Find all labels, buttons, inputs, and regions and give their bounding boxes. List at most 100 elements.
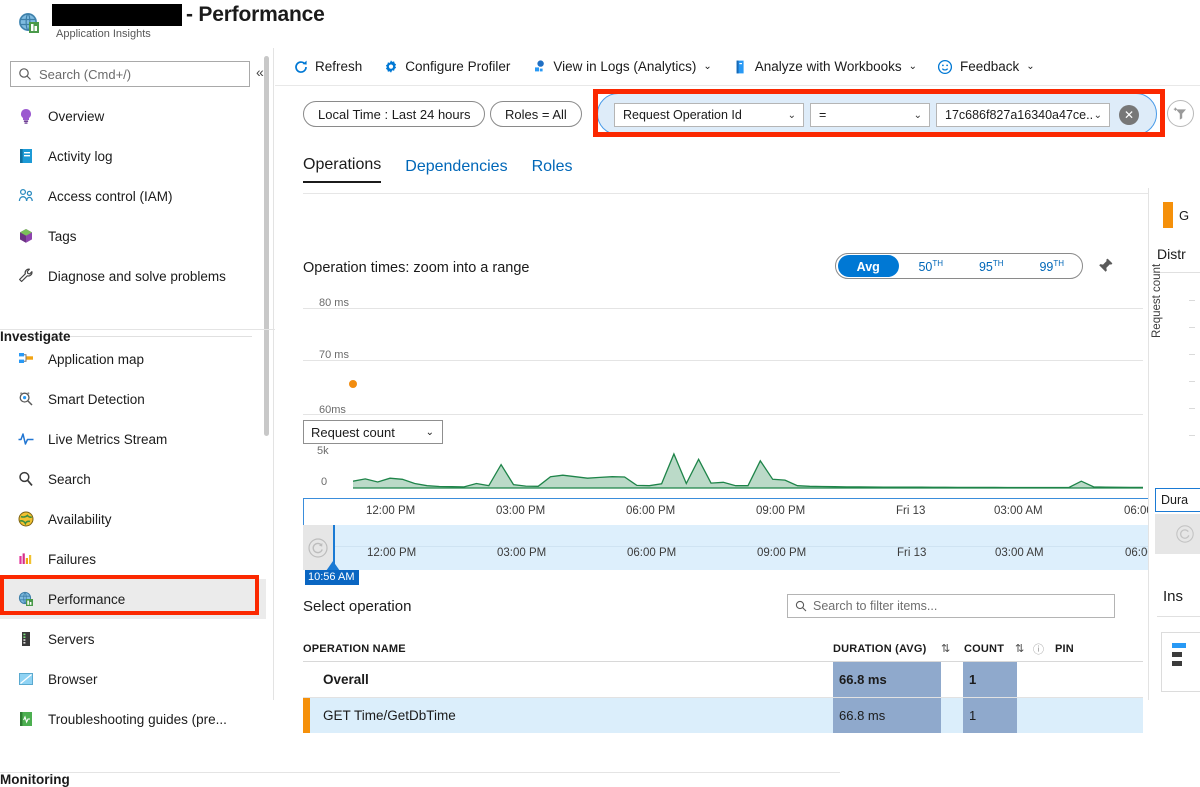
configure-profiler-button[interactable]: Configure Profiler xyxy=(382,58,510,75)
table-row[interactable]: GET Time/GetDbTime 66.8 ms 1 xyxy=(303,698,1143,733)
sidebar-item-troubleshooting-guides[interactable]: Troubleshooting guides (pre... xyxy=(0,699,266,739)
cell-duration: 66.8 ms xyxy=(833,662,941,697)
application-insights-icon xyxy=(16,10,44,38)
percentile-95th[interactable]: 95TH xyxy=(961,252,1022,279)
percentile-label: Avg xyxy=(856,260,880,274)
panel-divider xyxy=(1157,272,1200,273)
view-in-logs-button[interactable]: View in Logs (Analytics) ⌄ xyxy=(530,58,712,75)
performance-icon xyxy=(16,589,36,609)
sidebar-item-access-control[interactable]: Access control (IAM) xyxy=(0,176,266,216)
filter-field-select[interactable]: Request Operation Id ⌄ xyxy=(614,103,804,127)
percentile-sup: TH xyxy=(992,259,1004,269)
feedback-button[interactable]: Feedback ⌄ xyxy=(937,58,1035,75)
sidebar-item-search[interactable]: Search xyxy=(0,459,266,499)
refresh-button[interactable]: Refresh xyxy=(292,58,362,75)
sidebar-item-live-metrics-stream[interactable]: Live Metrics Stream xyxy=(0,419,266,459)
clear-filter-icon[interactable]: ✕ xyxy=(1119,105,1139,125)
cell-operation-name: Overall xyxy=(323,672,369,687)
time-range-pill[interactable]: Local Time : Last 24 hours xyxy=(303,101,486,127)
x-tick-label: Fri 13 xyxy=(896,505,926,517)
toolbar-item-label: Feedback xyxy=(959,59,1020,74)
sidebar-item-label: Browser xyxy=(48,671,98,687)
percentile-avg[interactable]: Avg xyxy=(838,255,899,277)
sidebar-item-label: Availability xyxy=(48,511,112,527)
tab-operations[interactable]: Operations xyxy=(303,156,382,183)
help-circle-icon[interactable]: ⓘ xyxy=(1033,641,1055,657)
request-count-area-chart[interactable]: 5k 0 xyxy=(303,445,1143,498)
operation-filter-input[interactable]: Search to filter items... xyxy=(787,594,1115,618)
toolbar-item-label: View in Logs (Analytics) xyxy=(553,59,697,74)
sidebar-item-tags[interactable]: Tags xyxy=(0,216,266,256)
sidebar-item-failures[interactable]: Failures xyxy=(0,539,266,579)
table-row[interactable]: Overall 66.8 ms 1 xyxy=(303,662,1143,697)
analyze-with-workbooks-button[interactable]: Analyze with Workbooks ⌄ xyxy=(732,58,917,75)
tab-dependencies[interactable]: Dependencies xyxy=(405,158,507,183)
roles-pill[interactable]: Roles = All xyxy=(490,101,582,127)
redacted-resource-name xyxy=(52,4,182,26)
table-header-row: OPERATION NAME DURATION (AVG) ⇅ COUNT ⇅ … xyxy=(303,636,1143,662)
row-selection-marker xyxy=(303,698,310,733)
sidebar-item-label: Access control (IAM) xyxy=(48,188,173,204)
smiley-icon xyxy=(937,58,954,75)
search-icon xyxy=(18,67,32,81)
distribution-reset-zoom-icon[interactable] xyxy=(1155,514,1200,554)
scatter-point[interactable] xyxy=(349,380,357,388)
sidebar-item-label: Search xyxy=(48,471,91,487)
sidebar-item-servers[interactable]: Servers xyxy=(0,619,266,659)
sidebar-item-browser[interactable]: Browser xyxy=(0,659,266,699)
sidebar-search[interactable]: Search (Cmd+/) xyxy=(10,61,250,87)
filter-value-select[interactable]: 17c686f827a16340a47ce... ⌄ xyxy=(936,103,1110,127)
y-tick-label: 5k xyxy=(317,445,329,457)
pin-icon[interactable] xyxy=(1095,256,1115,276)
sidebar-item-label: Servers xyxy=(48,631,95,647)
sidebar-item-label: Live Metrics Stream xyxy=(48,431,168,447)
add-filter-icon[interactable] xyxy=(1167,100,1194,127)
operation-chip-label: G xyxy=(1179,208,1190,223)
sidebar-item-performance[interactable]: Performance xyxy=(0,579,266,619)
insights-bar-icon xyxy=(1172,652,1182,657)
percentile-99th[interactable]: 99TH xyxy=(1022,252,1083,279)
column-duration-avg[interactable]: DURATION (AVG) xyxy=(833,643,941,655)
column-operation-name[interactable]: OPERATION NAME xyxy=(303,643,833,655)
activity-log-icon xyxy=(16,146,36,166)
y-tick-label: 80 ms xyxy=(319,297,349,309)
main-content: Refresh Configure Profiler View in Logs … xyxy=(275,48,1200,733)
troubleshooting-icon xyxy=(16,709,36,729)
operation-times-scatter-chart[interactable]: 80 ms 70 ms 60ms xyxy=(303,294,1143,424)
wrench-icon xyxy=(16,266,36,286)
filter-operator-select[interactable]: = ⌄ xyxy=(810,103,930,127)
selected-range[interactable]: 12:00 PM 03:00 PM 06:00 PM 09:00 PM Fri … xyxy=(333,525,1200,570)
sort-arrows-icon[interactable]: ⇅ xyxy=(941,642,959,655)
sidebar-item-application-map[interactable]: Application map xyxy=(0,339,266,379)
sidebar: Search (Cmd+/) « Overview Activity log A… xyxy=(0,48,840,787)
time-axis-primary: 12:00 PM 03:00 PM 06:00 PM 09:00 PM Fri … xyxy=(303,498,1200,525)
collapse-sidebar-button[interactable]: « xyxy=(256,64,264,80)
filter-bar: Local Time : Last 24 hours Roles = All R… xyxy=(275,86,1200,142)
sidebar-item-activity-log[interactable]: Activity log xyxy=(0,136,266,176)
column-count[interactable]: COUNT xyxy=(959,643,1015,655)
chevron-down-icon: ⌄ xyxy=(1093,109,1102,121)
column-pin[interactable]: PIN xyxy=(1055,643,1074,655)
sidebar-item-availability[interactable]: Availability xyxy=(0,499,266,539)
sort-arrows-icon[interactable]: ⇅ xyxy=(1015,642,1033,655)
chart-title: Operation times: zoom into a range xyxy=(303,260,530,276)
percentile-50th[interactable]: 50TH xyxy=(901,252,962,279)
sidebar-item-label: Failures xyxy=(48,551,97,567)
chevron-down-icon: ⌄ xyxy=(787,109,796,121)
chevron-down-icon: ⌄ xyxy=(703,61,712,72)
sidebar-item-overview[interactable]: Overview xyxy=(0,96,266,136)
sidebar-item-smart-detection[interactable]: Smart Detection xyxy=(0,379,266,419)
distribution-gridlines xyxy=(1189,300,1195,462)
distribution-title: Distr xyxy=(1157,246,1186,262)
metric-selector[interactable]: Request count ⌄ xyxy=(303,420,443,444)
tab-roles[interactable]: Roles xyxy=(532,158,573,183)
lightbulb-icon xyxy=(16,106,36,126)
percentile-label: 99 xyxy=(1039,260,1054,275)
insights-card[interactable] xyxy=(1161,632,1200,692)
time-range-slider[interactable]: 12:00 PM 03:00 PM 06:00 PM 09:00 PM Fri … xyxy=(303,525,1200,585)
x-tick-label: 09:00 PM xyxy=(756,505,806,517)
duration-selector[interactable]: Dura xyxy=(1155,488,1200,512)
gridline xyxy=(303,360,1143,361)
gridline xyxy=(303,308,1143,309)
sidebar-item-diagnose[interactable]: Diagnose and solve problems xyxy=(0,256,266,296)
